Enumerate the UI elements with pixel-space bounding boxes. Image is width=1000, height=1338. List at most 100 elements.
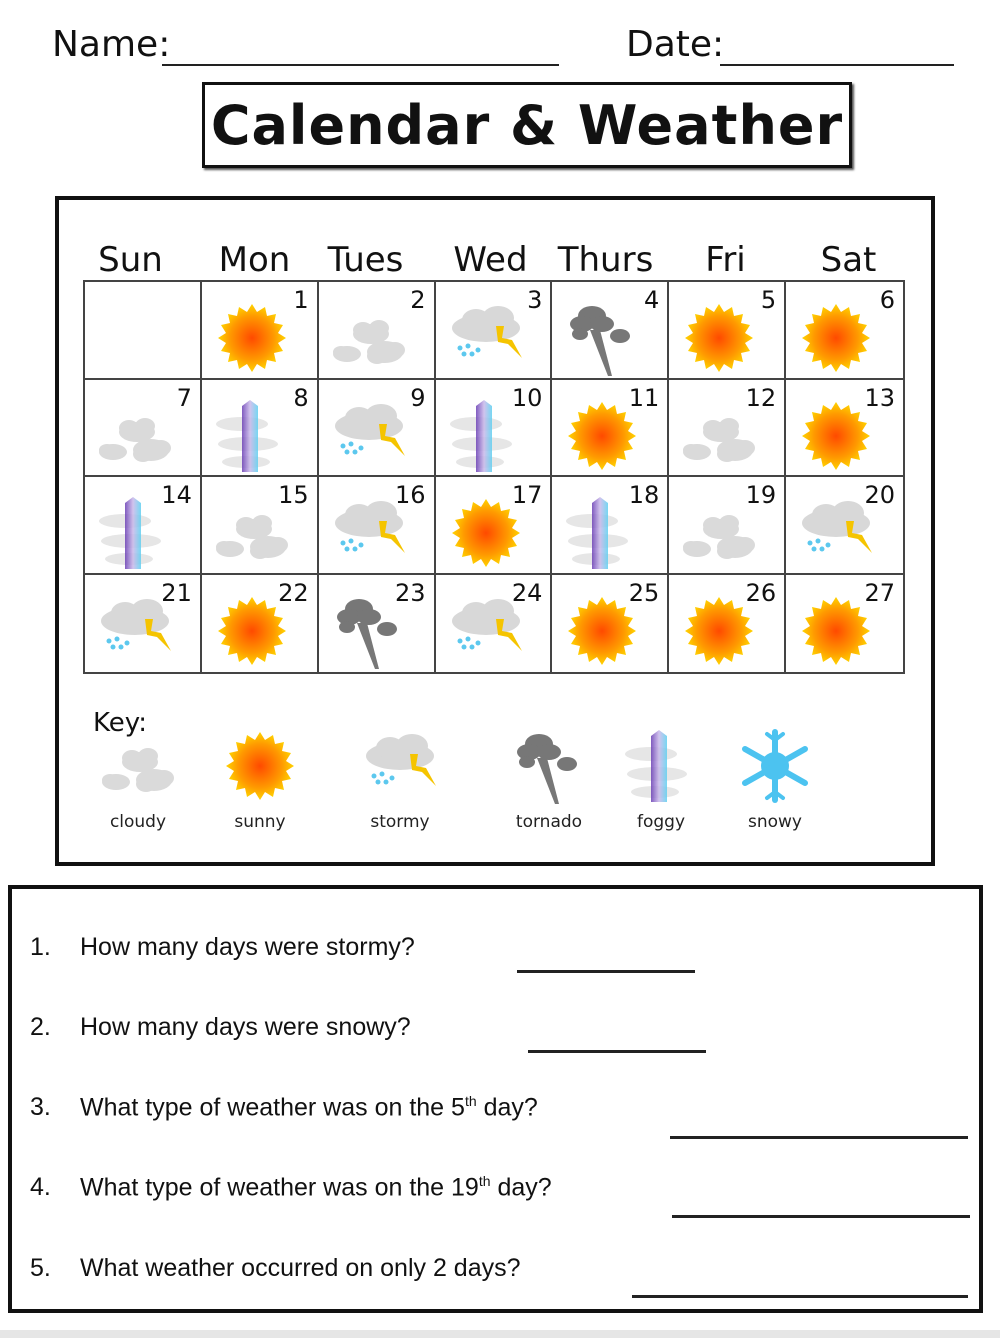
answer-line-2[interactable] — [528, 1050, 706, 1053]
day-number: 23 — [395, 578, 426, 607]
day-number: 2 — [410, 286, 426, 314]
key-item-foggy: foggy — [606, 728, 716, 838]
question-4: 4. What type of weather was on the 19th d… — [30, 1173, 552, 1202]
key-caption: stormy — [370, 812, 430, 832]
date-field[interactable] — [720, 64, 954, 66]
calendar-day-26: 26 — [669, 574, 787, 672]
page-bottom-edge — [0, 1330, 1000, 1338]
calendar-day-24: 24 — [436, 574, 553, 672]
calendar-day-15: 15 — [201, 477, 319, 575]
name-field[interactable] — [162, 64, 559, 66]
calendar-day-7: 7 — [85, 379, 202, 477]
page-title: Calendar & Weather — [210, 93, 844, 157]
question-number: 4. — [30, 1173, 51, 1202]
day-number: 13 — [864, 383, 895, 412]
foggy-icon — [625, 730, 687, 802]
answer-line-4[interactable] — [672, 1215, 970, 1218]
day-number: 1 — [293, 286, 309, 314]
key-item-tornado: tornado — [494, 728, 604, 838]
calendar-day-16: 16 — [318, 477, 436, 575]
calendar-day-19: 19 — [669, 477, 787, 575]
day-number: 10 — [511, 383, 543, 412]
calendar-day-17: 17 — [435, 477, 553, 575]
day-number: 27 — [864, 578, 895, 607]
day-number: 5 — [760, 286, 777, 314]
day-number: 14 — [161, 481, 192, 509]
day-header-fri: Fri — [705, 240, 746, 280]
stormy-icon — [334, 403, 405, 456]
question-text: What type of weather was on the 19 — [80, 1173, 479, 1202]
ordinal-suffix: th — [464, 1093, 477, 1109]
question-text-end: day? — [476, 1093, 538, 1122]
day-number: 21 — [161, 578, 192, 607]
title-box: Calendar & Weather — [202, 82, 852, 168]
day-number: 22 — [278, 578, 309, 607]
answer-line-3[interactable] — [670, 1136, 968, 1139]
calendar-day-1: 1 — [201, 282, 319, 380]
calendar-day-2: 2 — [318, 282, 436, 380]
sunny-icon — [226, 732, 294, 800]
day-number: 17 — [511, 481, 543, 509]
day-number: 15 — [278, 481, 309, 509]
calendar-grid: 1 2 3 4 5 6 7 8 9 10 11 12 13 14 15 16 17 18 19 20 21 22 23 24 2… — [83, 280, 905, 674]
key-caption: tornado — [515, 812, 583, 832]
question-text: What type of weather was on the 5 — [80, 1093, 465, 1122]
day-number: 4 — [644, 286, 660, 314]
key-item-stormy: stormy — [345, 728, 455, 838]
tornado-icon — [570, 306, 631, 376]
sunny-icon — [802, 304, 871, 372]
calendar-day-10: 10 — [435, 379, 553, 477]
day-number: 20 — [864, 481, 895, 509]
day-header-tues: Tues — [327, 240, 404, 280]
cloudy-icon — [99, 417, 171, 462]
calendar-day-3: 3 — [435, 282, 553, 380]
answer-line-5[interactable] — [632, 1295, 968, 1298]
calendar-day-12: 12 — [669, 379, 787, 477]
calendar-day-22: 22 — [202, 574, 319, 672]
key-caption: sunny — [234, 812, 286, 832]
day-number: 11 — [628, 383, 660, 412]
calendar-day-11: 11 — [552, 379, 670, 477]
day-number: 7 — [176, 383, 192, 412]
cloudy-icon — [102, 748, 174, 792]
calendar-day-21: 21 — [85, 574, 202, 672]
answer-line-1[interactable] — [517, 970, 695, 973]
question-number: 1. — [30, 933, 51, 961]
ordinal-suffix: th — [478, 1173, 491, 1189]
question-3: 3. What type of weather was on the 5th da… — [30, 1093, 538, 1122]
calendar-day-5: 5 — [669, 282, 787, 380]
calendar-day-14: 14 — [85, 477, 202, 575]
day-number: 25 — [628, 578, 660, 607]
cloudy-icon — [332, 320, 405, 364]
day-header-wed: Wed — [453, 240, 528, 280]
day-number: 19 — [745, 481, 777, 509]
key-item-cloudy: cloudy — [83, 728, 193, 838]
day-number: 24 — [511, 578, 543, 607]
key-item-sunny: sunny — [205, 728, 315, 838]
day-number: 16 — [395, 481, 426, 509]
sunny-icon — [217, 304, 286, 372]
calendar-day-18: 18 — [552, 477, 670, 575]
question-number: 3. — [30, 1093, 51, 1122]
calendar-day-25: 25 — [552, 574, 670, 672]
key-caption: cloudy — [109, 812, 167, 832]
day-number: 3 — [527, 286, 543, 314]
tornado-icon — [517, 734, 577, 804]
day-header-thurs: Thurs — [557, 240, 654, 280]
foggy-icon — [215, 399, 278, 472]
name-label: Name: — [52, 24, 171, 65]
question-5: 5. What weather occurred on only 2 days? — [30, 1254, 521, 1283]
calendar-day-23: 23 — [319, 574, 436, 672]
question-2: 2. How many days were snowy? — [30, 1013, 411, 1042]
calendar-day-empty — [85, 282, 202, 380]
key-item-snowy: snowy — [720, 728, 830, 838]
calendar-day-20: 20 — [786, 477, 903, 575]
date-label: Date: — [626, 24, 725, 65]
day-number: 9 — [410, 383, 426, 412]
question-1: 1. How many days were stormy? — [30, 933, 415, 962]
calendar-day-4: 4 — [552, 282, 670, 380]
key-caption: snowy — [748, 812, 802, 832]
calendar-day-6: 6 — [786, 282, 903, 380]
calendar-day-9: 9 — [318, 379, 436, 477]
day-number: 8 — [293, 383, 309, 412]
